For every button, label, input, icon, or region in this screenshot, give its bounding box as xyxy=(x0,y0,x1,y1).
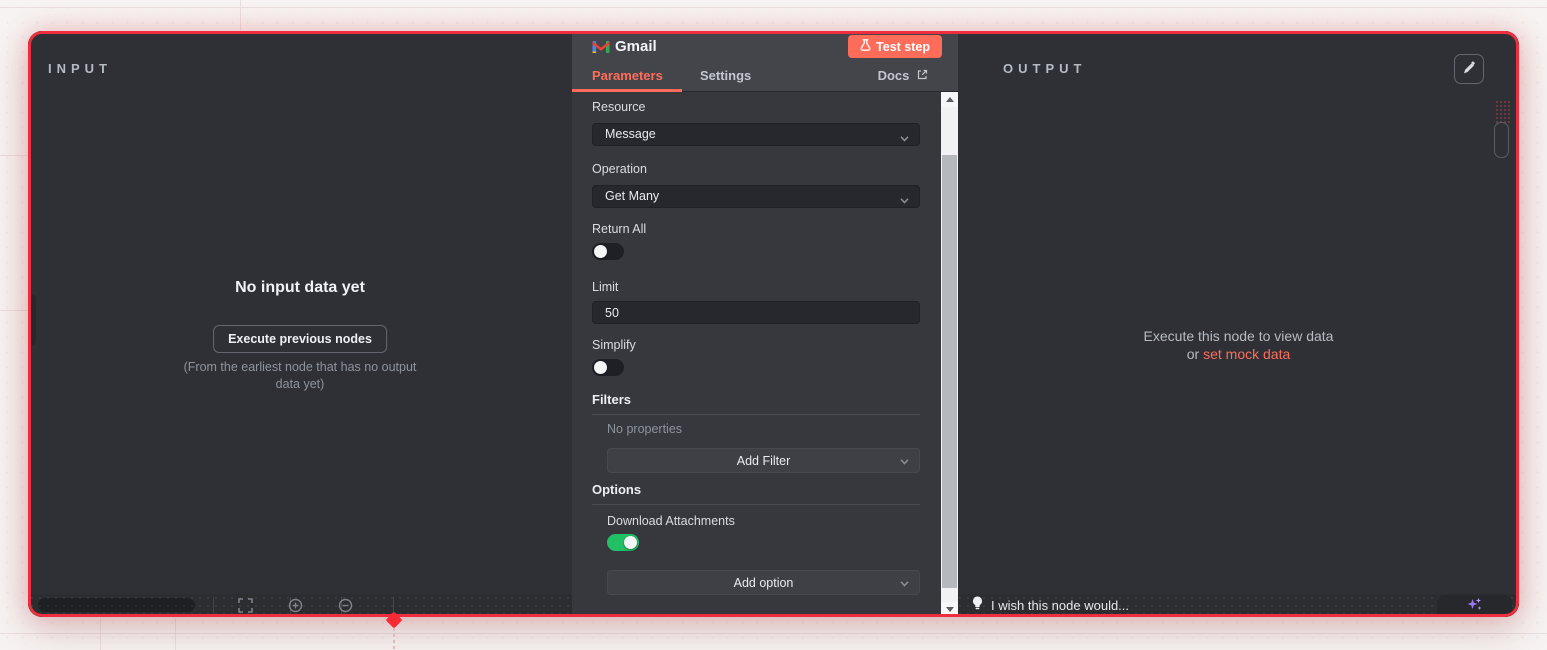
node-modal-header: Gmail Test step Parameters Settings Docs xyxy=(572,31,958,92)
no-input-title: No input data yet xyxy=(28,279,572,297)
docs-label: Docs xyxy=(878,68,910,83)
output-edge-texture xyxy=(1495,100,1510,124)
pencil-icon xyxy=(1462,61,1476,78)
zoom-in-icon[interactable] xyxy=(288,598,303,617)
scroll-down-icon[interactable] xyxy=(941,602,958,617)
add-option-button[interactable]: Add option xyxy=(607,570,920,595)
add-option-label: Add option xyxy=(734,576,794,590)
test-step-button[interactable]: Test step xyxy=(848,35,942,58)
chevron-down-icon xyxy=(899,192,910,213)
chevron-down-icon xyxy=(899,130,910,151)
fit-view-icon[interactable] xyxy=(238,598,253,617)
chevron-down-icon xyxy=(899,456,910,470)
toggle-knob xyxy=(594,245,607,258)
canvas-gridline xyxy=(240,0,241,31)
zoom-out-icon[interactable] xyxy=(338,598,353,617)
output-empty-line1: Execute this node to view data xyxy=(958,327,1519,345)
edit-output-button[interactable] xyxy=(1454,54,1484,84)
limit-input[interactable] xyxy=(592,301,920,324)
chevron-down-icon xyxy=(899,578,910,592)
options-section-header: Options xyxy=(592,482,920,505)
canvas-gridline xyxy=(175,618,176,650)
download-attachments-label: Download Attachments xyxy=(607,514,735,528)
filters-section-header: Filters xyxy=(592,392,920,415)
input-panel: INPUT No input data yet Execute previous… xyxy=(28,31,572,617)
add-filter-button[interactable]: Add Filter xyxy=(607,448,920,473)
modal-scrollbar-thumb[interactable] xyxy=(942,155,957,588)
modal-scrollbar[interactable] xyxy=(941,92,958,617)
toggle-knob xyxy=(624,536,637,549)
node-title: Gmail xyxy=(615,38,657,55)
output-empty-state: Execute this node to view data or set mo… xyxy=(958,327,1519,363)
canvas-gridline xyxy=(0,633,1547,634)
scroll-up-icon[interactable] xyxy=(941,92,958,107)
bottom-bar-divider xyxy=(213,597,214,614)
output-edge-scroll-indicator[interactable] xyxy=(1494,122,1509,158)
flask-icon xyxy=(860,39,871,54)
resource-select[interactable]: Message xyxy=(592,123,920,146)
output-panel-title: OUTPUT xyxy=(1003,61,1086,76)
simplify-label: Simplify xyxy=(592,338,636,352)
sparkles-icon xyxy=(1466,597,1483,615)
tab-parameters[interactable]: Parameters xyxy=(592,62,663,92)
add-filter-label: Add Filter xyxy=(737,454,791,468)
canvas-gridline xyxy=(0,155,28,156)
connection-dashed-line xyxy=(393,628,395,650)
output-empty-or-text: or xyxy=(1187,346,1199,362)
node-details-view: INPUT No input data yet Execute previous… xyxy=(28,31,1519,617)
operation-value: Get Many xyxy=(605,186,659,207)
test-step-label: Test step xyxy=(876,40,930,54)
external-link-icon xyxy=(917,68,928,83)
canvas-gridline xyxy=(0,310,28,311)
no-input-caption-line1: (From the earliest node that has no outp… xyxy=(28,359,572,376)
node-parameters-body: Resource Message Operation Get Many Retu… xyxy=(572,92,941,617)
horizontal-scrollbar-thumb[interactable] xyxy=(38,598,195,612)
canvas-gridline xyxy=(100,618,101,650)
return-all-label: Return All xyxy=(592,222,646,236)
operation-label: Operation xyxy=(592,162,647,176)
output-empty-line2: or set mock data xyxy=(958,345,1519,363)
execute-previous-nodes-button[interactable]: Execute previous nodes xyxy=(213,325,387,353)
resource-value: Message xyxy=(605,124,656,145)
toggle-knob xyxy=(594,361,607,374)
node-wish-bar xyxy=(960,594,1519,617)
lightbulb-icon xyxy=(972,596,983,616)
set-mock-data-link[interactable]: set mock data xyxy=(1203,346,1290,362)
input-pane-drag-handle[interactable] xyxy=(30,295,36,345)
download-attachments-toggle[interactable] xyxy=(607,534,639,551)
simplify-toggle[interactable] xyxy=(592,359,624,376)
canvas-gridline xyxy=(0,7,1547,8)
no-input-caption: (From the earliest node that has no outp… xyxy=(28,359,572,393)
resource-label: Resource xyxy=(592,100,646,114)
input-panel-title: INPUT xyxy=(48,61,112,76)
gmail-logo-icon xyxy=(592,40,610,59)
operation-select[interactable]: Get Many xyxy=(592,185,920,208)
filters-empty-text: No properties xyxy=(607,422,682,436)
tab-settings[interactable]: Settings xyxy=(700,62,751,92)
gmail-node-modal: Gmail Test step Parameters Settings Docs… xyxy=(572,31,958,617)
wish-input[interactable] xyxy=(991,598,1371,613)
no-input-caption-line2: data yet) xyxy=(28,376,572,393)
limit-label: Limit xyxy=(592,280,618,294)
output-panel: OUTPUT Execute this node to view data or… xyxy=(958,31,1519,617)
ai-assistant-button[interactable] xyxy=(1437,595,1512,616)
docs-link[interactable]: Docs xyxy=(878,62,928,92)
return-all-toggle[interactable] xyxy=(592,243,624,260)
